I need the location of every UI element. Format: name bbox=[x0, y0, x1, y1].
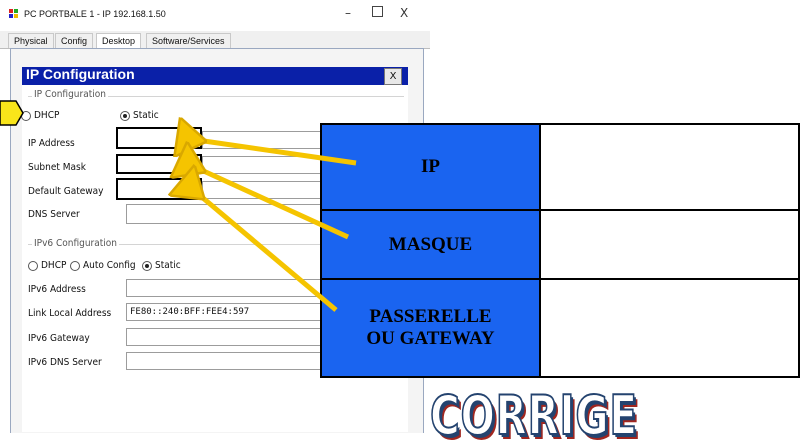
ip-callout-cell: IP bbox=[322, 125, 539, 209]
default-gateway-input-ext[interactable] bbox=[202, 181, 322, 199]
tab-physical[interactable]: Physical bbox=[8, 33, 54, 48]
default-gateway-input[interactable] bbox=[116, 178, 202, 200]
passerelle-callout-line1: PASSERELLE bbox=[369, 306, 492, 327]
default-gateway-label: Default Gateway bbox=[28, 186, 104, 197]
ip-answer-cell bbox=[541, 125, 798, 209]
ip-address-input-ext[interactable] bbox=[202, 131, 322, 149]
passerelle-callout-cell: PASSERELLE OU GATEWAY bbox=[322, 280, 539, 376]
tab-config[interactable]: Config bbox=[55, 33, 94, 48]
link-local-address-label: Link Local Address bbox=[28, 308, 112, 319]
pointer-marker-icon bbox=[0, 100, 24, 126]
subnet-mask-input-ext[interactable] bbox=[202, 156, 322, 174]
dns-server-label: DNS Server bbox=[28, 209, 80, 220]
ipv6-gateway-label: IPv6 Gateway bbox=[28, 333, 90, 344]
corrige-stamp: CORRIGE bbox=[429, 383, 638, 447]
ipv4-section-title: IP Configuration bbox=[32, 89, 108, 100]
passerelle-callout-line2: OU GATEWAY bbox=[366, 328, 495, 349]
ipv6-auto-config-label: Auto Config bbox=[83, 260, 136, 271]
ip-configuration-title: IP Configuration bbox=[26, 66, 135, 82]
ipv6-dns-server-input[interactable] bbox=[126, 352, 322, 370]
ip-callout-label: IP bbox=[421, 156, 440, 177]
table-row-divider bbox=[322, 209, 798, 211]
masque-callout-cell: MASQUE bbox=[322, 211, 539, 278]
ipv6-static-label: Static bbox=[155, 260, 181, 271]
ipv6-dhcp-radio[interactable] bbox=[28, 261, 38, 271]
subnet-mask-input[interactable] bbox=[116, 154, 202, 174]
table-row-divider bbox=[322, 278, 798, 280]
ipv6-address-input[interactable] bbox=[126, 279, 322, 297]
minimize-button[interactable]: – bbox=[345, 6, 351, 20]
passerelle-answer-cell bbox=[541, 280, 798, 376]
ipv6-dhcp-label: DHCP bbox=[41, 260, 67, 271]
tab-desktop[interactable]: Desktop bbox=[96, 33, 142, 49]
link-local-address-input[interactable]: FE80::240:BFF:FEE4:597 bbox=[126, 303, 322, 321]
close-button[interactable]: X bbox=[400, 6, 408, 20]
masque-callout-label: MASQUE bbox=[388, 233, 473, 255]
answer-table: IP MASQUE PASSERELLE OU GATEWAY bbox=[320, 123, 800, 378]
ipv6-static-radio[interactable] bbox=[142, 261, 152, 271]
ipv6-gateway-input[interactable] bbox=[126, 328, 322, 346]
ipv6-section-title: IPv6 Configuration bbox=[32, 238, 119, 249]
maximize-button[interactable] bbox=[372, 6, 383, 17]
static-radio[interactable] bbox=[120, 111, 130, 121]
panel-close-button[interactable]: X bbox=[384, 68, 402, 85]
ipv6-dns-server-label: IPv6 DNS Server bbox=[28, 357, 102, 368]
ip-address-label: IP Address bbox=[28, 138, 75, 149]
pc-app-icon bbox=[9, 9, 18, 18]
ipv6-address-label: IPv6 Address bbox=[28, 284, 86, 295]
table-column-divider bbox=[539, 125, 541, 376]
static-label: Static bbox=[133, 110, 159, 121]
ip-address-input[interactable] bbox=[116, 127, 202, 149]
dhcp-label: DHCP bbox=[34, 110, 60, 121]
window-title: PC PORTBALE 1 - IP 192.168.1.50 bbox=[24, 9, 166, 19]
masque-answer-cell bbox=[541, 211, 798, 278]
subnet-mask-label: Subnet Mask bbox=[28, 162, 86, 173]
dns-server-input[interactable] bbox=[126, 204, 322, 224]
tab-software-services[interactable]: Software/Services bbox=[146, 33, 231, 48]
ipv6-auto-config-radio[interactable] bbox=[70, 261, 80, 271]
